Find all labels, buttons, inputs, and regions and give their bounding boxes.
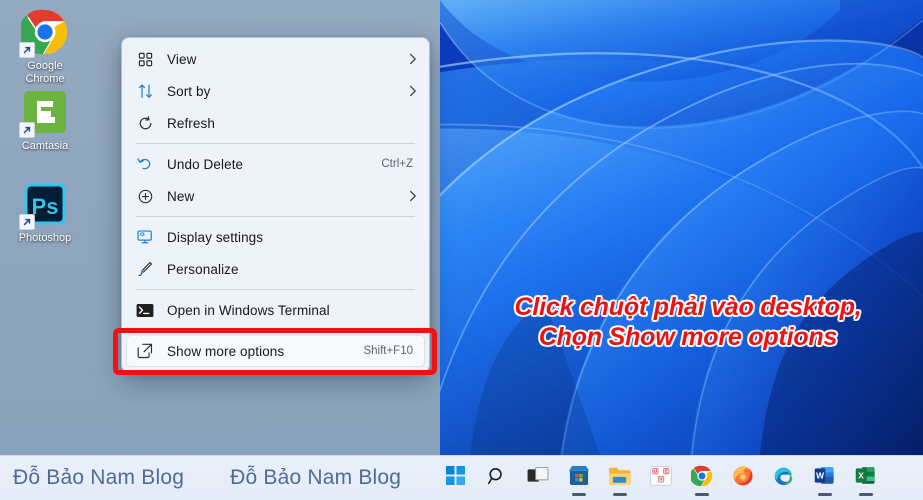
chevron-right-icon [405,190,417,202]
annotation-line-2: Chọn Show more options [538,323,838,351]
annotation-line-1: Click chuột phải vào desktop, [514,293,862,321]
microsoft-store-icon [568,465,590,491]
context-menu-item-shortcut: Shift+F10 [363,345,413,357]
desktop-icon-label: Google Chrome [25,60,65,85]
task-view-icon [527,466,549,490]
context-menu-item-refresh[interactable]: Refresh [126,107,425,139]
desktop-icon-camtasia[interactable]: Camtasia [2,88,88,153]
unikey-icon: UEV [649,465,672,491]
annotation-text: Click chuột phải vào desktop, Chọn Show … [462,292,914,352]
shortcut-arrow-icon [19,42,35,58]
taskbar-button-file-explorer[interactable] [599,458,640,499]
refresh-icon [132,113,158,133]
context-menu-item-label: Undo Delete [167,156,244,172]
terminal-icon [132,300,158,320]
context-menu-item-display-settings[interactable]: Display settings [126,221,425,253]
context-menu-item-label: Show more options [167,343,285,359]
context-menu-item-label: View [167,51,197,67]
context-menu-item-sort-by[interactable]: Sort by [126,75,425,107]
taskbar-button-microsoft-store[interactable] [558,458,599,499]
running-indicator [858,492,873,496]
shortcut-arrow-icon [19,122,35,138]
desktop-icon-google-chrome[interactable]: Google Chrome [2,8,88,86]
chrome-icon [689,465,713,492]
sort-arrows-icon [132,81,158,101]
file-explorer-icon [608,466,632,491]
view-grid-icon [132,49,158,69]
context-menu-item-shortcut: Ctrl+Z [381,158,413,170]
context-menu-item-personalize[interactable]: Personalize [126,253,425,285]
taskbar-button-task-view[interactable] [517,458,558,499]
context-menu-item-show-more-options[interactable]: Show more options Shift+F10 [126,335,425,367]
context-menu-item-view[interactable]: View [126,43,425,75]
chevron-right-icon [405,53,417,65]
context-menu-separator [136,289,415,290]
excel-icon: X [855,465,876,491]
svg-text:W: W [816,471,825,481]
taskbar-button-word[interactable]: W [804,458,845,499]
taskbar-icon-strip: UEVWX [435,458,886,499]
context-menu-item-label: Sort by [167,83,211,99]
context-menu-item-label: Display settings [167,229,264,245]
desktop-context-menu[interactable]: View Sort by Refresh Undo Delete Ctrl+Z New Di… [121,37,430,373]
svg-text:Ps: Ps [32,194,59,219]
running-indicator [694,492,709,496]
desktop-icon-label: Camtasia [21,140,69,152]
start-icon [446,466,466,490]
context-menu-item-label: New [167,188,195,204]
context-menu-item-new[interactable]: New [126,180,425,212]
edge-icon [773,465,795,492]
chevron-right-icon [405,85,417,97]
firefox-icon [732,465,754,492]
shortcut-arrow-icon [19,214,35,230]
watermark-brand-left: Đỗ Bảo Nam Blog [13,466,185,489]
taskbar-button-firefox[interactable] [722,458,763,499]
desktop-icon-photoshop[interactable]: Ps Photoshop [2,180,88,245]
context-menu-separator [136,143,415,144]
running-indicator [817,492,832,496]
display-settings-icon [132,227,158,247]
running-indicator [571,492,586,496]
context-menu-item-undo-delete[interactable]: Undo Delete Ctrl+Z [126,148,425,180]
undo-icon [132,154,158,174]
running-indicator [612,492,627,496]
context-menu-item-label: Personalize [167,261,239,277]
desktop-icon-label: Photoshop [18,232,72,244]
search-icon [487,466,507,491]
show-more-options-icon [132,341,158,361]
word-icon: W [814,465,835,491]
personalize-brush-icon [132,259,158,279]
svg-text:U: U [653,468,657,474]
context-menu-separator [136,216,415,217]
watermark-brand-right: Đỗ Bảo Nam Blog [230,466,402,489]
context-menu-item-open-in-windows-terminal[interactable]: Open in Windows Terminal [126,294,425,326]
svg-text:X: X [858,471,864,481]
camtasia-icon [19,88,69,138]
taskbar-button-search[interactable] [476,458,517,499]
photoshop-icon: Ps [19,180,69,230]
context-menu-item-label: Open in Windows Terminal [167,302,330,318]
taskbar-button-unikey[interactable]: UEV [640,458,681,499]
taskbar-button-start[interactable] [435,458,476,499]
svg-text:E: E [664,468,667,474]
chrome-icon [18,8,69,58]
taskbar[interactable]: Đỗ Bảo Nam Blog Đỗ Bảo Nam Blog UEVWX [0,455,923,500]
context-menu-item-label: Refresh [167,115,215,131]
taskbar-button-edge[interactable] [763,458,804,499]
taskbar-button-chrome[interactable] [681,458,722,499]
context-menu-separator [136,330,415,331]
plus-circle-icon [132,186,158,206]
taskbar-button-excel[interactable]: X [845,458,886,499]
